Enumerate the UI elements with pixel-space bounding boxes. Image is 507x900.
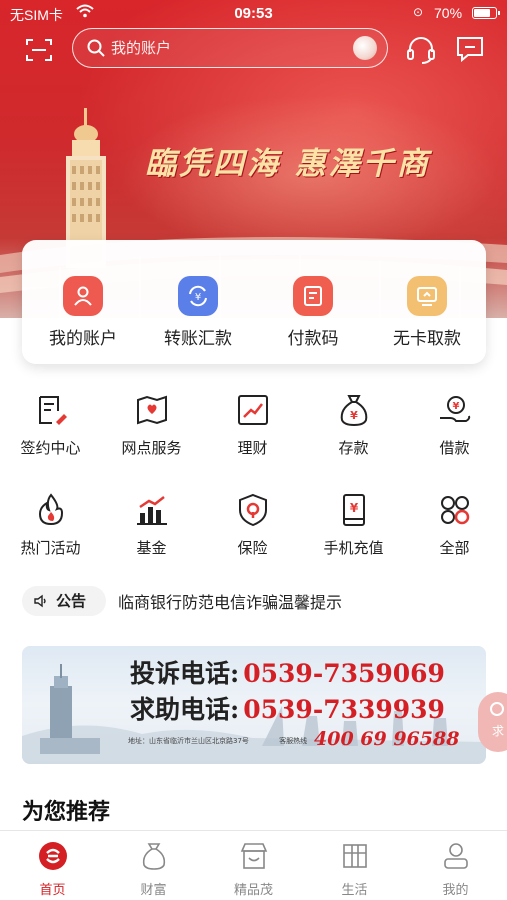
menu-label: 手机充值	[323, 539, 384, 557]
tab-wealth[interactable]: 财富	[103, 841, 204, 898]
branch-map-icon	[136, 395, 167, 425]
all-apps-icon	[440, 496, 469, 525]
cardless-withdraw-icon	[407, 276, 447, 316]
menu-branch-service[interactable]: 网点服务	[101, 393, 202, 458]
user-icon	[63, 276, 103, 316]
menu-fund[interactable]: 基金	[101, 493, 202, 558]
menu-label: 借款	[439, 439, 470, 457]
svg-text:¥: ¥	[452, 401, 459, 412]
deposit-bag-icon: ¥	[340, 395, 367, 427]
shield-icon	[238, 493, 267, 527]
floating-help-button[interactable]: 求	[478, 692, 507, 752]
speaker-icon	[34, 594, 46, 608]
search-input[interactable]	[111, 35, 341, 61]
tab-mine[interactable]: 我的	[405, 841, 506, 898]
complaint-hotline: 投诉电话: 0539-7359069	[130, 654, 445, 690]
flame-icon	[38, 493, 63, 526]
sign-icon	[38, 396, 67, 425]
scan-icon[interactable]	[26, 38, 52, 62]
notice-text[interactable]: 临商银行防范电信诈骗温馨提示	[118, 589, 342, 613]
menu-deposit[interactable]: ¥ 存款	[303, 393, 404, 458]
menu-loan[interactable]: ¥ 借款	[404, 393, 505, 458]
svg-text:¥: ¥	[349, 501, 358, 515]
quick-action-cardless-withdraw[interactable]: 无卡取款	[372, 276, 482, 349]
quick-action-label: 我的账户	[49, 329, 117, 349]
tab-life[interactable]: 生活	[304, 841, 405, 898]
menu-label: 签约中心	[20, 439, 81, 457]
rotation-lock-icon: ⊙	[413, 5, 424, 19]
menu-sign-center[interactable]: 签约中心	[0, 393, 101, 458]
quick-action-my-account[interactable]: 我的账户	[28, 276, 138, 349]
complaint-label: 投诉电话:	[130, 659, 240, 688]
pay-code-icon	[293, 276, 333, 316]
phone-recharge-icon: ¥	[342, 494, 365, 526]
menu-all[interactable]: 全部	[404, 493, 505, 558]
quick-actions-card: 我的账户 ¥ 转账汇款 付款码 无卡取款	[22, 240, 486, 364]
wealth-chart-icon	[237, 395, 268, 425]
fund-bars-icon	[136, 496, 167, 525]
help-circle-icon	[490, 702, 504, 716]
quick-action-label: 无卡取款	[393, 329, 461, 349]
tab-home[interactable]: 首页	[2, 841, 103, 898]
menu-label: 保险	[237, 539, 268, 557]
clock: 09:53	[234, 5, 273, 22]
bank-address: 地址：山东省临沂市兰山区北京路37号 客服热线	[128, 736, 307, 746]
hotline-banner[interactable]: 投诉电话: 0539-7359069 求助电话: 0539-7339939 地址：山…	[22, 646, 486, 764]
help-number: 0539-7339939	[243, 695, 445, 724]
banner-slogan: 臨凭四海 惠澤千商	[145, 146, 431, 182]
message-icon[interactable]	[456, 36, 484, 62]
address-text: 地址：山东省临沂市兰山区北京路37号	[128, 737, 249, 745]
home-icon	[38, 842, 67, 870]
help-label: 求助电话:	[130, 695, 240, 724]
tab-label: 我的	[442, 883, 469, 898]
quick-action-pay-code[interactable]: 付款码	[258, 276, 368, 349]
menu-label: 基金	[136, 539, 167, 557]
svg-text:¥: ¥	[195, 292, 201, 303]
customer-service-icon[interactable]	[406, 36, 436, 64]
notice-tag-label: 公告	[56, 592, 87, 610]
tab-label: 生活	[341, 883, 368, 898]
menu-phone-recharge[interactable]: ¥ 手机充值	[303, 493, 404, 558]
tab-label: 首页	[39, 883, 66, 898]
search-bar[interactable]	[72, 28, 388, 68]
service-label: 客服热线	[279, 737, 308, 745]
svg-text:¥: ¥	[350, 409, 358, 422]
profile-icon	[443, 843, 468, 869]
gift-box-icon	[342, 844, 367, 868]
menu-insurance[interactable]: 保险	[202, 493, 303, 558]
menu-wealth[interactable]: 理财	[202, 393, 303, 458]
bottom-tab-bar: 首页 财富 精品茂 生活 我的	[0, 830, 507, 900]
quick-action-label: 转账汇款	[164, 329, 232, 349]
transfer-icon: ¥	[178, 276, 218, 316]
search-icon	[87, 39, 105, 57]
battery-icon	[472, 7, 500, 19]
section-title-recommend: 为您推荐	[22, 800, 111, 825]
menu-hot-activities[interactable]: 热门活动	[0, 493, 101, 558]
service-hotline-number: 400 69 96588	[314, 728, 460, 750]
voice-assistant-icon[interactable]	[353, 36, 377, 60]
store-icon	[240, 843, 267, 869]
menu-label: 全部	[439, 539, 470, 557]
help-hotline: 求助电话: 0539-7339939	[130, 690, 445, 726]
status-bar: 无SIM卡 09:53 ⊙ 70%	[0, 0, 507, 28]
menu-label: 网点服务	[121, 439, 182, 457]
complaint-number: 0539-7359069	[243, 659, 445, 688]
tab-label: 财富	[140, 883, 167, 898]
battery-percent: 70%	[434, 5, 463, 21]
menu-label: 存款	[338, 439, 369, 457]
quick-action-transfer[interactable]: ¥ 转账汇款	[143, 276, 253, 349]
menu-label: 热门活动	[20, 539, 81, 557]
money-bag-icon	[142, 843, 165, 870]
menu-label: 理财	[237, 439, 268, 457]
loan-hand-icon: ¥	[439, 396, 470, 422]
floating-help-label: 求	[492, 724, 505, 738]
quick-action-label: 付款码	[287, 329, 339, 349]
tab-label: 精品茂	[233, 883, 273, 898]
notice-tag[interactable]: 公告	[22, 586, 106, 616]
tab-boutique[interactable]: 精品茂	[203, 841, 304, 898]
